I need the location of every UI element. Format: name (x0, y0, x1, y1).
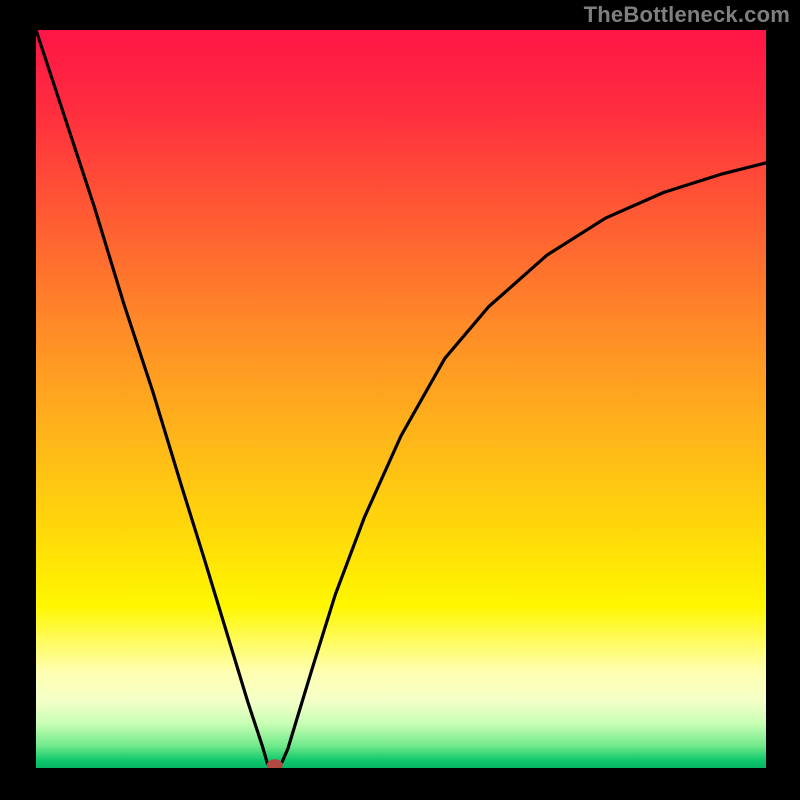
plot-background (36, 30, 766, 768)
chart-container: TheBottleneck.com (0, 0, 800, 800)
watermark-text: TheBottleneck.com (584, 2, 790, 28)
